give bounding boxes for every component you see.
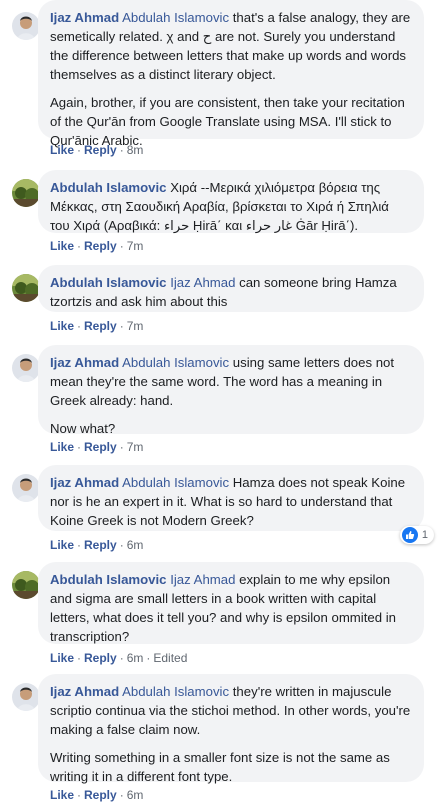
comment-author[interactable]: Abdulah Islamovic	[50, 275, 167, 290]
comment-timestamp[interactable]: 6m	[127, 651, 144, 665]
comment-bubble: Abdulah Islamovic Ijaz Ahmad can someone…	[38, 265, 424, 312]
comment-bubble: Ijaz Ahmad Abdulah Islamovic using same …	[38, 345, 424, 436]
comment-bubble: Abdulah Islamovic Χιρά --Μερικά χιλιόμετ…	[38, 170, 424, 233]
separator: ·	[77, 651, 82, 665]
comment-actions: Like · Reply · 7m	[50, 239, 143, 253]
separator: ·	[77, 538, 82, 552]
separator: ·	[77, 143, 82, 157]
reply-link[interactable]: Reply	[84, 319, 117, 333]
comment-mention[interactable]: Abdulah Islamovic	[122, 355, 229, 370]
comment-mention[interactable]: Abdulah Islamovic	[122, 10, 229, 25]
avatar[interactable]	[12, 274, 40, 302]
comment-text: Writing something in a smaller font size…	[50, 750, 390, 784]
avatar[interactable]	[12, 179, 40, 207]
comment-bubble: Ijaz Ahmad Abdulah Islamovic that's a fa…	[38, 0, 424, 148]
comment-timestamp[interactable]: 8m	[127, 143, 144, 157]
separator: ·	[119, 538, 124, 552]
reply-link[interactable]: Reply	[84, 651, 117, 665]
reply-link[interactable]: Reply	[84, 143, 117, 157]
avatar[interactable]	[12, 474, 40, 502]
separator: ·	[146, 651, 151, 665]
separator: ·	[77, 239, 82, 253]
comment-text: Again, brother, if you are consistent, t…	[50, 95, 405, 148]
avatar[interactable]	[12, 683, 40, 711]
comment-actions: Like · Reply · 8m	[50, 143, 143, 157]
like-link[interactable]: Like	[50, 538, 74, 552]
reply-link[interactable]: Reply	[84, 538, 117, 552]
comment-author[interactable]: Abdulah Islamovic	[50, 572, 167, 587]
comment-timestamp[interactable]: 7m	[127, 239, 144, 253]
comment-actions: Like · Reply · 6m	[50, 538, 143, 552]
reaction-count[interactable]: 1	[399, 526, 434, 544]
like-link[interactable]: Like	[50, 319, 74, 333]
reply-link[interactable]: Reply	[84, 440, 117, 454]
comment-timestamp[interactable]: 6m	[127, 538, 144, 552]
separator: ·	[119, 440, 124, 454]
avatar[interactable]	[12, 12, 40, 40]
separator: ·	[119, 319, 124, 333]
comment-text: Now what?	[50, 421, 116, 436]
like-link[interactable]: Like	[50, 651, 74, 665]
edited-label[interactable]: Edited	[153, 651, 187, 665]
comment-author[interactable]: Ijaz Ahmad	[50, 475, 119, 490]
comment-author[interactable]: Ijaz Ahmad	[50, 10, 119, 25]
separator: ·	[77, 440, 82, 454]
comment-author[interactable]: Ijaz Ahmad	[50, 355, 119, 370]
separator: ·	[119, 143, 124, 157]
comment-author[interactable]: Ijaz Ahmad	[50, 684, 119, 699]
comment-actions: Like · Reply · 6m · Edited	[50, 651, 187, 665]
comment-mention[interactable]: Abdulah Islamovic	[122, 475, 229, 490]
comment-actions: Like · Reply · 7m	[50, 319, 143, 333]
separator: ·	[119, 651, 124, 665]
like-link[interactable]: Like	[50, 239, 74, 253]
comment-mention[interactable]: Ijaz Ahmad	[170, 572, 235, 587]
separator: ·	[77, 319, 82, 333]
comment-bubble: Ijaz Ahmad Abdulah Islamovic they're wri…	[38, 674, 424, 784]
avatar[interactable]	[12, 571, 40, 599]
reaction-count-label: 1	[421, 529, 428, 541]
comment-bubble: Abdulah Islamovic Ijaz Ahmad explain to …	[38, 562, 424, 644]
thumbs-up-icon	[401, 527, 418, 543]
comment-timestamp[interactable]: 7m	[127, 319, 144, 333]
avatar[interactable]	[12, 354, 40, 382]
like-link[interactable]: Like	[50, 143, 74, 157]
comment-actions: Like · Reply · 7m	[50, 440, 143, 454]
comment-mention[interactable]: Ijaz Ahmad	[170, 275, 235, 290]
comment-bubble: Ijaz Ahmad Abdulah Islamovic Hamza does …	[38, 465, 424, 531]
like-link[interactable]: Like	[50, 440, 74, 454]
comment-author[interactable]: Abdulah Islamovic	[50, 180, 167, 195]
separator: ·	[119, 239, 124, 253]
comment-timestamp[interactable]: 7m	[127, 440, 144, 454]
comment-mention[interactable]: Abdulah Islamovic	[122, 684, 229, 699]
reply-link[interactable]: Reply	[84, 239, 117, 253]
